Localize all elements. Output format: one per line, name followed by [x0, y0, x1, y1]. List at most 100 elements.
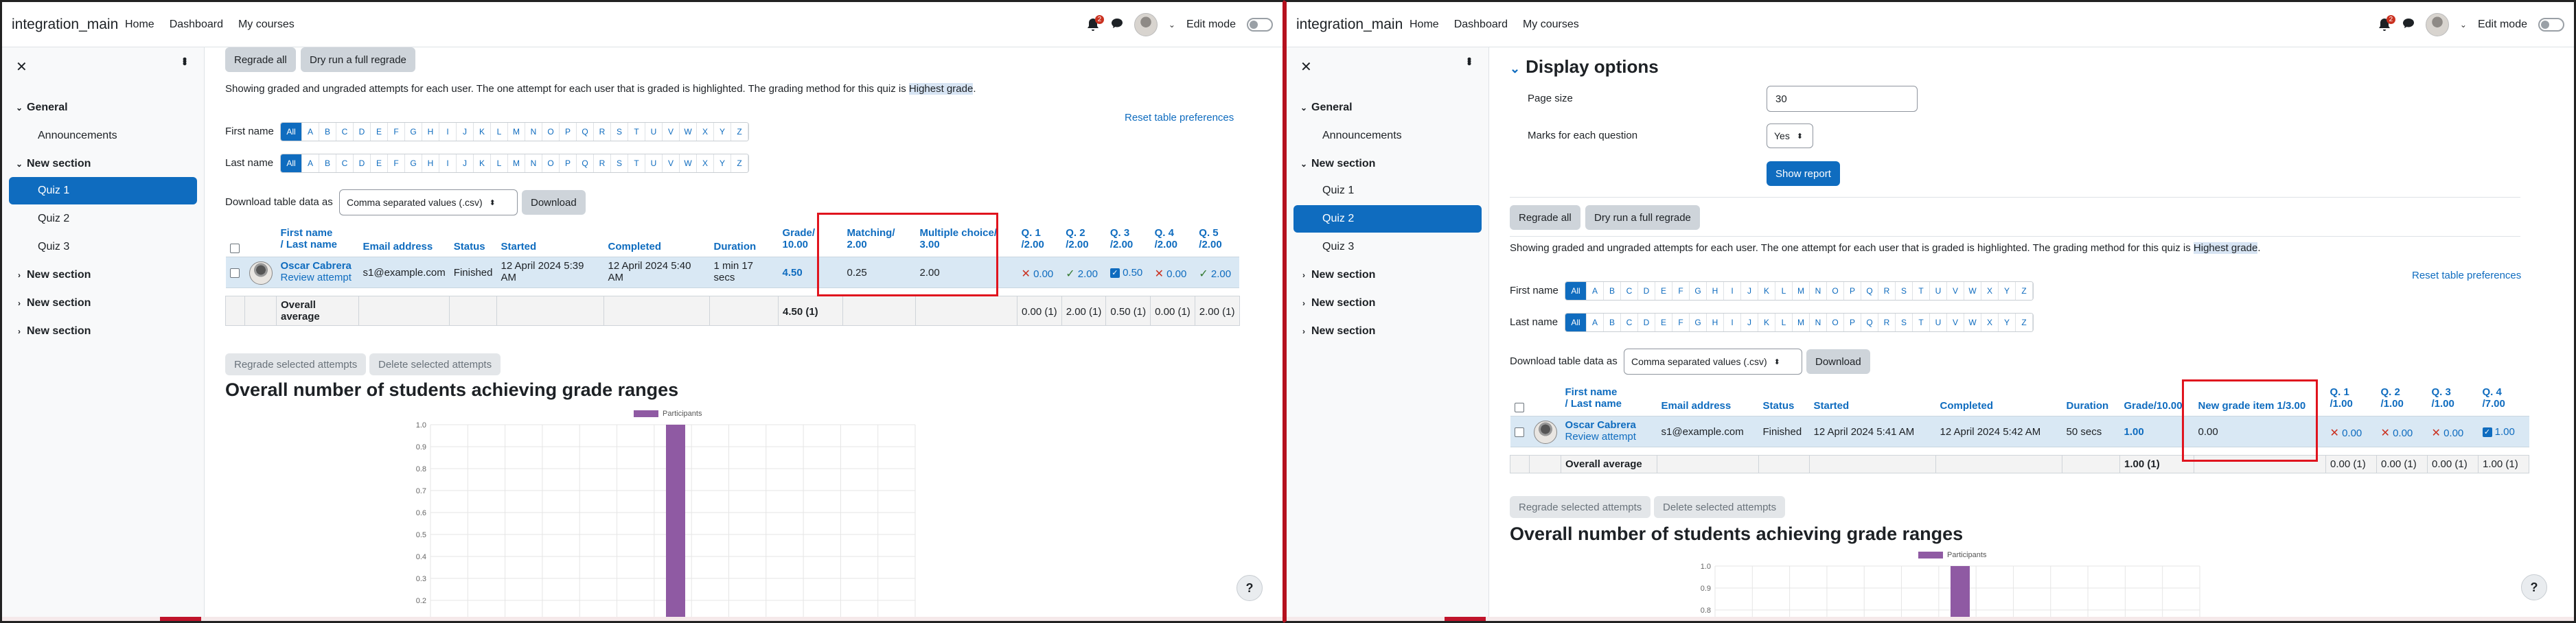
- download-button[interactable]: Download: [1806, 349, 1870, 374]
- last-name-initial-t[interactable]: T: [628, 154, 645, 172]
- last-name-initial-i[interactable]: I: [1724, 314, 1741, 331]
- regrade-selected-button[interactable]: Regrade selected attempts: [1510, 496, 1651, 518]
- chat-icon[interactable]: [2402, 17, 2415, 33]
- last-name-initial-a[interactable]: A: [302, 154, 319, 172]
- select-all-checkbox[interactable]: [1514, 403, 1524, 413]
- bell-icon[interactable]: 2: [1086, 15, 1104, 32]
- header-completed[interactable]: Completed: [1936, 382, 2062, 416]
- chevron-down-icon[interactable]: ⌄: [1169, 20, 1175, 30]
- course-item-quiz-3[interactable]: Quiz 3: [9, 233, 197, 261]
- chevron-right-icon[interactable]: ›: [9, 327, 27, 336]
- last-name-initial-v[interactable]: V: [663, 154, 680, 172]
- header-q4[interactable]: Q. 4/2.00: [1151, 223, 1195, 257]
- header-q2[interactable]: Q. 2/2.00: [1061, 223, 1106, 257]
- first-name-initial-k[interactable]: K: [474, 123, 491, 141]
- first-name-initial-z[interactable]: Z: [731, 123, 748, 141]
- first-name-initial-q[interactable]: Q: [577, 123, 594, 141]
- first-name-initial-a[interactable]: A: [302, 123, 319, 141]
- last-name-initial-c[interactable]: C: [1621, 314, 1638, 331]
- last-name-initial-i[interactable]: I: [439, 154, 457, 172]
- q2-mark-link[interactable]: 0.00: [2393, 427, 2413, 439]
- dry-run-regrade-button[interactable]: Dry run a full regrade: [301, 47, 415, 72]
- course-section-new-1[interactable]: ⌄ New section: [9, 150, 197, 178]
- show-report-button[interactable]: Show report: [1767, 161, 1840, 186]
- header-completed[interactable]: Completed: [603, 223, 709, 257]
- first-name-initial-r[interactable]: R: [1878, 282, 1896, 300]
- q1-mark-link[interactable]: 0.00: [1033, 268, 1053, 280]
- first-name-initial-g[interactable]: G: [1690, 282, 1707, 300]
- help-button[interactable]: ?: [2521, 574, 2547, 600]
- header-duration[interactable]: Duration: [709, 223, 778, 257]
- last-name-initial-l[interactable]: L: [491, 154, 508, 172]
- more-options-icon[interactable]: •••: [177, 57, 192, 64]
- course-section-new-2[interactable]: › New section: [1293, 261, 1482, 289]
- last-name-initial-all[interactable]: All: [281, 154, 302, 172]
- last-name-initial-z[interactable]: Z: [2016, 314, 2033, 331]
- last-name-initial-f[interactable]: F: [1672, 314, 1690, 331]
- first-name-initial-w[interactable]: W: [680, 123, 697, 141]
- first-name-initial-all[interactable]: All: [281, 123, 302, 141]
- nav-my-courses[interactable]: My courses: [1523, 19, 1579, 31]
- header-first-name[interactable]: First name: [281, 227, 355, 239]
- reset-table-preferences-link[interactable]: Reset table preferences: [2412, 270, 2521, 281]
- course-item-quiz-1[interactable]: Quiz 1: [1293, 177, 1482, 204]
- last-name-initial-r[interactable]: R: [1878, 314, 1896, 331]
- last-name-initial-m[interactable]: M: [508, 154, 525, 172]
- first-name-initial-v[interactable]: V: [663, 123, 680, 141]
- first-name-initial-t[interactable]: T: [628, 123, 645, 141]
- first-name-initial-p[interactable]: P: [560, 123, 577, 141]
- last-name-initial-n[interactable]: N: [1810, 314, 1827, 331]
- header-q1[interactable]: Q. 1/1.00: [2326, 382, 2377, 416]
- last-name-initial-k[interactable]: K: [474, 154, 491, 172]
- last-name-initial-b[interactable]: B: [1604, 314, 1621, 331]
- first-name-initial-h[interactable]: H: [422, 123, 439, 141]
- first-name-initial-y[interactable]: Y: [714, 123, 731, 141]
- first-name-initial-j[interactable]: J: [1741, 282, 1758, 300]
- last-name-initial-q[interactable]: Q: [577, 154, 594, 172]
- first-name-initial-p[interactable]: P: [1844, 282, 1861, 300]
- last-name-initial-w[interactable]: W: [680, 154, 697, 172]
- last-name-initial-j[interactable]: J: [457, 154, 474, 172]
- last-name-initial-n[interactable]: N: [525, 154, 542, 172]
- course-section-general[interactable]: ⌄ General: [9, 94, 197, 121]
- first-name-initial-q[interactable]: Q: [1861, 282, 1878, 300]
- first-name-initial-r[interactable]: R: [594, 123, 611, 141]
- marks-select[interactable]: Yes ⬍: [1767, 124, 1813, 148]
- last-name-initial-y[interactable]: Y: [1999, 314, 2016, 331]
- chevron-right-icon[interactable]: ›: [1293, 298, 1311, 308]
- chevron-right-icon[interactable]: ›: [9, 298, 27, 308]
- first-name-initial-v[interactable]: V: [1947, 282, 1964, 300]
- last-name-initial-h[interactable]: H: [422, 154, 439, 172]
- header-last-name[interactable]: / Last name: [281, 239, 355, 250]
- course-item-quiz-2[interactable]: Quiz 2: [9, 205, 197, 233]
- close-icon[interactable]: ✕: [1300, 58, 1312, 75]
- user-name-link[interactable]: Oscar Cabrera: [281, 260, 355, 272]
- bell-icon[interactable]: 2: [2378, 15, 2395, 32]
- select-all-checkbox[interactable]: [229, 244, 240, 254]
- user-name-link[interactable]: Oscar Cabrera: [1565, 419, 1653, 431]
- first-name-initial-n[interactable]: N: [525, 123, 542, 141]
- page-size-input[interactable]: 30: [1767, 86, 1918, 112]
- first-name-initial-f[interactable]: F: [1672, 282, 1690, 300]
- first-name-initial-b[interactable]: B: [319, 123, 336, 141]
- header-email[interactable]: Email address: [1657, 382, 1759, 416]
- last-name-initial-s[interactable]: S: [1896, 314, 1913, 331]
- q2-mark-link[interactable]: 2.00: [1078, 268, 1098, 280]
- first-name-initial-e[interactable]: E: [1655, 282, 1672, 300]
- last-name-initial-p[interactable]: P: [560, 154, 577, 172]
- last-name-initial-x[interactable]: X: [1981, 314, 1999, 331]
- header-new-grade-item[interactable]: New grade item 1/3.00: [2194, 382, 2326, 416]
- header-duration[interactable]: Duration: [2062, 382, 2120, 416]
- chevron-down-icon[interactable]: ⌄: [2460, 20, 2467, 30]
- chevron-right-icon[interactable]: ›: [1293, 327, 1311, 336]
- first-name-initial-i[interactable]: I: [1724, 282, 1741, 300]
- course-item-quiz-2[interactable]: Quiz 2: [1293, 205, 1482, 233]
- review-attempt-link[interactable]: Review attempt: [1565, 431, 1653, 443]
- nav-dashboard[interactable]: Dashboard: [170, 19, 223, 31]
- q1-mark-link[interactable]: 0.00: [2342, 427, 2362, 439]
- last-name-initial-x[interactable]: X: [697, 154, 714, 172]
- last-name-initial-a[interactable]: A: [1587, 314, 1604, 331]
- first-name-initial-m[interactable]: M: [1793, 282, 1810, 300]
- first-name-initial-y[interactable]: Y: [1999, 282, 2016, 300]
- regrade-all-button[interactable]: Regrade all: [1510, 205, 1580, 230]
